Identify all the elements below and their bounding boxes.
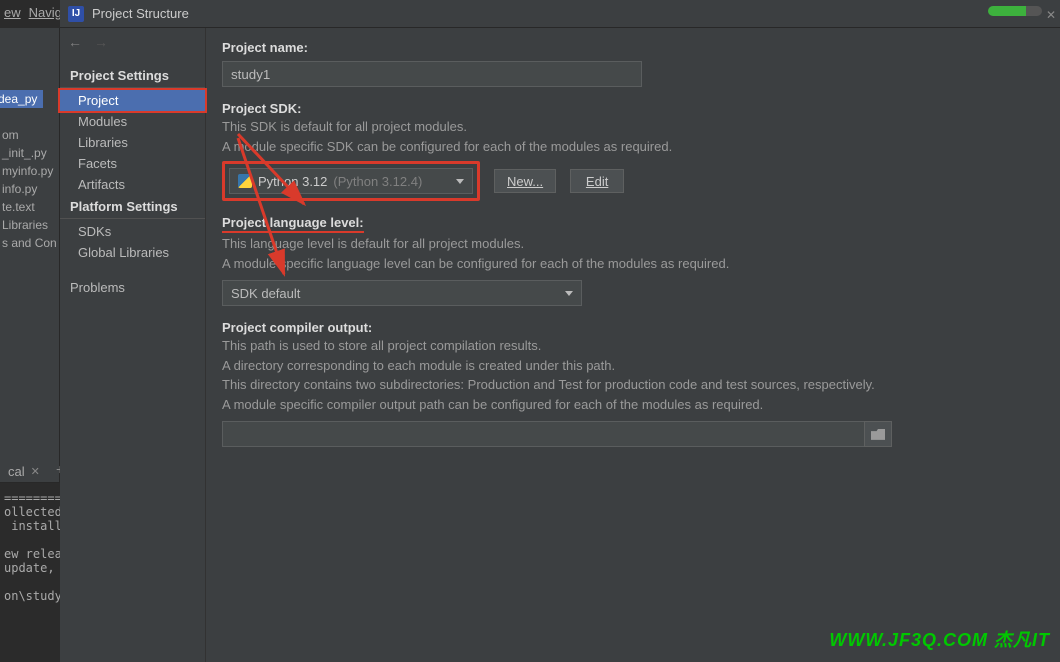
project-name-input[interactable] (222, 61, 642, 87)
sidebar-item-project[interactable]: Project (58, 88, 207, 113)
sidebar-item-modules[interactable]: Modules (60, 111, 205, 132)
sidebar-item-global-libraries[interactable]: Global Libraries (60, 242, 205, 263)
sdk-version: (Python 3.12.4) (333, 174, 422, 189)
sdk-desc: A module specific SDK can be configured … (222, 138, 1042, 156)
section-project-settings: Project Settings (60, 64, 205, 88)
tree-leaf[interactable]: Libraries (0, 216, 59, 234)
language-level-value: SDK default (231, 286, 300, 301)
forward-icon[interactable]: → (94, 34, 108, 50)
sidebar-item-facets[interactable]: Facets (60, 153, 205, 174)
project-name-label: Project name: (222, 40, 1042, 55)
sdk-desc: This SDK is default for all project modu… (222, 118, 1042, 136)
tree-leaf[interactable]: _init_.py (0, 144, 59, 162)
language-level-dropdown[interactable]: SDK default (222, 280, 582, 306)
tree-leaf[interactable]: info.py (0, 180, 59, 198)
watermark: WWW.JF3Q.COM 杰凡IT (829, 626, 1050, 652)
compiler-output-label: Project compiler output: (222, 320, 1042, 335)
content-pane: Project name: Project SDK: This SDK is d… (206, 28, 1060, 662)
menu-item-view[interactable]: ew (4, 5, 21, 20)
out-desc: A module specific compiler output path c… (222, 396, 1042, 414)
out-desc: This path is used to store all project c… (222, 337, 1042, 355)
edit-sdk-button[interactable]: Edit (570, 169, 624, 193)
chevron-down-icon (565, 291, 573, 296)
tree-leaf[interactable]: te.text (0, 198, 59, 216)
dialog-titlebar: IJ Project Structure (60, 0, 1060, 28)
tree-leaf[interactable]: myinfo.py (0, 162, 59, 180)
section-platform-settings: Platform Settings (60, 195, 205, 219)
project-structure-dialog: ← → Project Settings Project Modules Lib… (60, 28, 1060, 662)
out-desc: A directory corresponding to each module… (222, 357, 1042, 375)
close-icon[interactable]: ✕ (1046, 8, 1056, 22)
chevron-down-icon (456, 179, 464, 184)
lang-desc: A module specific language level can be … (222, 255, 1042, 273)
bg-menu: ew Navig (0, 0, 60, 24)
project-sdk-dropdown[interactable]: Python 3.12 (Python 3.12.4) (229, 168, 473, 194)
menu-item-navigate[interactable]: Navig (29, 5, 62, 20)
close-icon[interactable]: ✕ (31, 465, 40, 478)
sidebar-item-sdks[interactable]: SDKs (60, 221, 205, 242)
new-sdk-button[interactable]: New... (494, 169, 556, 193)
out-desc: This directory contains two subdirectori… (222, 376, 1042, 394)
settings-sidebar: Project Settings Project Modules Librari… (60, 28, 206, 662)
project-path[interactable]: D:\idea_py (0, 90, 43, 108)
nav-arrows: ← → (68, 34, 108, 50)
progress-bar (988, 6, 1042, 16)
tab-label: cal (8, 464, 25, 479)
sdk-highlight-box: Python 3.12 (Python 3.12.4) (222, 161, 480, 201)
lang-desc: This language level is default for all p… (222, 235, 1042, 253)
back-icon[interactable]: ← (68, 34, 82, 50)
dialog-title: Project Structure (92, 6, 189, 21)
sidebar-item-libraries[interactable]: Libraries (60, 132, 205, 153)
folder-icon (871, 429, 885, 440)
project-sdk-label: Project SDK: (222, 101, 1042, 116)
tree-leaf[interactable]: om (0, 126, 59, 144)
terminal-tab[interactable]: cal ✕ (0, 461, 48, 482)
sidebar-item-artifacts[interactable]: Artifacts (60, 174, 205, 195)
sdk-name: Python 3.12 (258, 174, 327, 189)
browse-button[interactable] (864, 421, 892, 447)
app-icon: IJ (68, 6, 84, 22)
tree-leaf[interactable]: s and Con (0, 234, 59, 252)
sidebar-item-problems[interactable]: Problems (60, 277, 205, 298)
compiler-output-input[interactable] (222, 421, 864, 447)
language-level-label: Project language level: (222, 215, 1042, 233)
python-icon (238, 174, 252, 188)
